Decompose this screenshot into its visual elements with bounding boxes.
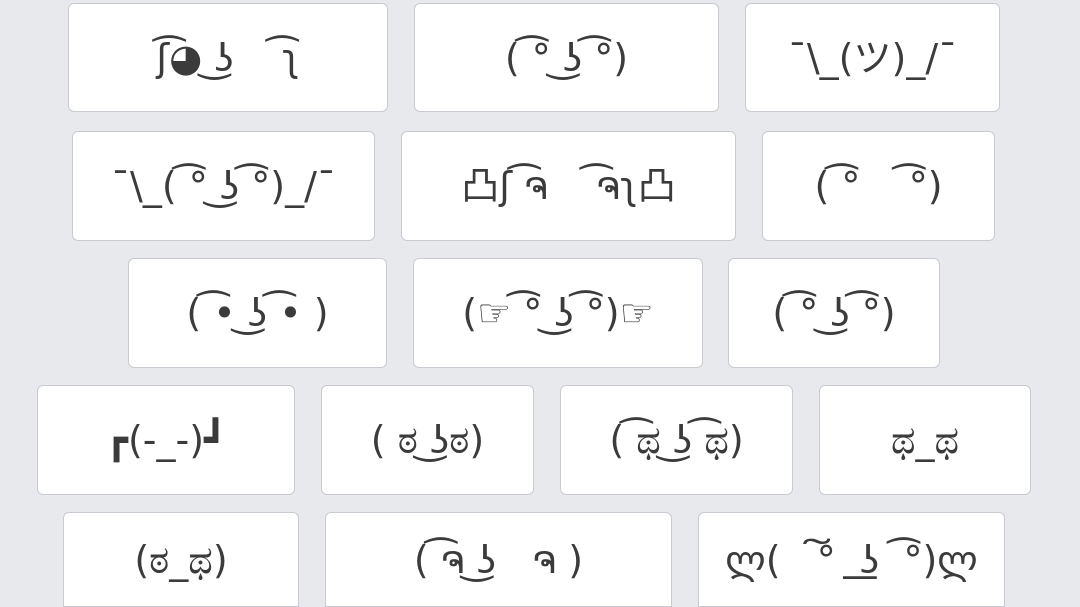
emoticon-key[interactable]: ┏(-_-)┛ xyxy=(37,385,295,495)
emoticon-key[interactable]: ¯\_( ͡° ͜ʖ ͡°)_/¯ xyxy=(72,131,375,241)
emoticon-key[interactable]: ¯\_(ツ)_/¯ xyxy=(745,3,1000,112)
emoticon-key[interactable]: ლ( ͠° ͟ʖ ͡°)ლ xyxy=(698,512,1005,607)
emoticon-label: ( ಠ ͜ʖಠ) xyxy=(370,418,485,462)
emoticon-key[interactable]: ( ಠ ͜ʖಠ) xyxy=(321,385,534,495)
emoticon-key[interactable]: ( ͡° ͜ʖ ͡°) xyxy=(728,258,940,368)
emoticon-label: ┏(-_-)┛ xyxy=(105,418,227,462)
emoticon-label: ʃ͡◕ ͜ʖ ͡ʅ xyxy=(156,35,300,80)
emoticon-key[interactable]: 凸ʃ ͡ຈ ͡ຈʅ凸 xyxy=(401,131,736,241)
emoticon-key[interactable]: ( ͡° ͡°) xyxy=(762,131,995,241)
emoticon-label: (☞ ͡° ͜ʖ ͡°)☞ xyxy=(462,291,654,335)
emoticon-key[interactable]: ( ͡ಥ ͜ʖ ͡ಥ) xyxy=(560,385,793,495)
emoticon-label: ( ͡ಥ ͜ʖ ͡ಥ) xyxy=(609,418,744,462)
emoticon-label: 凸ʃ ͡ຈ ͡ຈʅ凸 xyxy=(461,164,676,208)
emoticon-key[interactable]: ( ͡° ͜ʖ ͡°) xyxy=(414,3,719,112)
emoticon-key[interactable]: ( ͡• ͜ʖ ͡• ) xyxy=(128,258,387,368)
emoticon-label: ( ͡• ͜ʖ ͡• ) xyxy=(186,291,329,335)
emoticon-label: ( ͡° ͡°) xyxy=(814,164,943,208)
emoticon-label: ( ͡ຈ ͜ʖ ຈ ) xyxy=(413,537,584,582)
emoticon-label: ლ( ͠° ͟ʖ ͡°)ლ xyxy=(725,537,978,582)
emoticon-label: (ಠ_ಥ) xyxy=(134,537,228,582)
emoticon-key[interactable]: (ಠ_ಥ) xyxy=(63,512,299,607)
emoticon-keyboard-grid: ʃ͡◕ ͜ʖ ͡ʅ ( ͡° ͜ʖ ͡°) ¯\_(ツ)_/¯ ¯\_( ͡° … xyxy=(0,0,1080,607)
emoticon-label: ಥ_ಥ xyxy=(890,418,960,462)
emoticon-label: ( ͡° ͜ʖ ͡°) xyxy=(504,35,629,80)
emoticon-key[interactable]: ಥ_ಥ xyxy=(819,385,1031,495)
emoticon-label: ( ͡° ͜ʖ ͡°) xyxy=(772,291,896,335)
emoticon-label: ¯\_( ͡° ͜ʖ ͡°)_/¯ xyxy=(111,164,336,208)
emoticon-label: ¯\_(ツ)_/¯ xyxy=(787,35,958,80)
emoticon-key[interactable]: ʃ͡◕ ͜ʖ ͡ʅ xyxy=(68,3,388,112)
emoticon-key[interactable]: ( ͡ຈ ͜ʖ ຈ ) xyxy=(325,512,672,607)
emoticon-key[interactable]: (☞ ͡° ͜ʖ ͡°)☞ xyxy=(413,258,703,368)
